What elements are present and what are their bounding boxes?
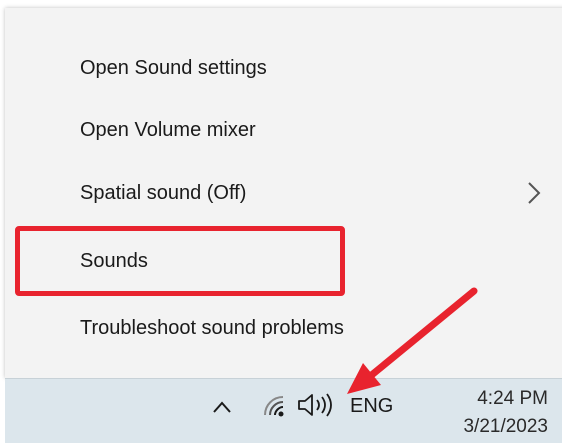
menu-item-open-volume-mixer[interactable]: Open Volume mixer [5, 105, 562, 155]
menu-item-label: Spatial sound (Off) [80, 181, 247, 204]
menu-item-spatial-sound[interactable]: Spatial sound (Off) [5, 168, 562, 218]
chevron-up-icon[interactable] [210, 397, 234, 417]
clock-time: 4:24 PM [477, 388, 548, 409]
clock[interactable]: 4:24 PM 3/21/2023 [463, 385, 548, 441]
sounds-highlight-box [15, 226, 345, 296]
speaker-icon[interactable] [295, 391, 345, 419]
language-indicator[interactable]: ENG [350, 395, 393, 418]
taskbar: ENG 4:24 PM 3/21/2023 [5, 378, 562, 443]
menu-item-label: Open Volume mixer [80, 118, 256, 141]
wifi-icon[interactable] [261, 393, 289, 419]
clock-date: 3/21/2023 [463, 416, 548, 437]
menu-item-troubleshoot[interactable]: Troubleshoot sound problems [5, 303, 562, 353]
chevron-right-icon [528, 182, 541, 204]
screenshot-root: Open Sound settings Open Volume mixer Sp… [0, 0, 562, 443]
menu-item-label: Troubleshoot sound problems [80, 316, 344, 339]
sound-context-menu: Open Sound settings Open Volume mixer Sp… [5, 8, 562, 378]
menu-item-label: Open Sound settings [80, 56, 267, 79]
menu-item-open-sound-settings[interactable]: Open Sound settings [5, 43, 562, 93]
